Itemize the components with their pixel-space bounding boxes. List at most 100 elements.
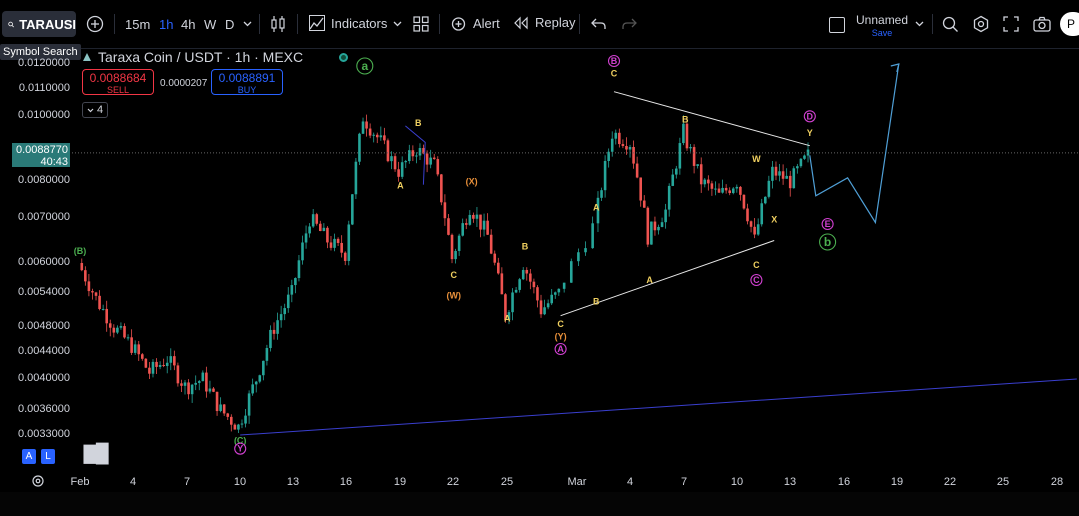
publish-button[interactable]: P	[1060, 12, 1079, 36]
wave-label[interactable]: X	[771, 215, 777, 225]
wave-label[interactable]: C	[753, 275, 760, 285]
templates-grid-icon[interactable]	[413, 16, 429, 32]
candle-body	[781, 171, 785, 179]
candle-body	[151, 361, 155, 374]
wave-label[interactable]: B	[522, 242, 529, 252]
candle-body	[653, 221, 657, 231]
wave-label[interactable]: a	[361, 59, 368, 73]
trendline[interactable]	[613, 91, 810, 147]
layout-name-button[interactable]: Unnamed Save	[856, 14, 908, 40]
wave-label[interactable]: B	[682, 115, 689, 125]
candle-body	[326, 227, 329, 243]
wave-label[interactable]: A	[557, 344, 564, 354]
price-tick-label: 0.0033000	[18, 428, 70, 440]
candle-body	[319, 223, 322, 231]
candle-body	[529, 273, 532, 282]
candle-body	[500, 273, 504, 295]
rewind-icon	[514, 16, 528, 29]
interval-4h[interactable]: 4h	[181, 17, 195, 32]
timezone-settings-icon[interactable]	[31, 474, 45, 488]
candle-body	[194, 382, 197, 385]
symbol-search-button[interactable]: TARAUSI	[2, 11, 76, 37]
redo-icon[interactable]	[621, 17, 637, 31]
candlestick-icon[interactable]	[270, 15, 286, 33]
top-toolbar: TARAUSI 15m 1h 4h W D Indicators Alert R…	[0, 0, 1079, 49]
candle-body	[272, 329, 276, 334]
interval-w[interactable]: W	[204, 17, 216, 32]
price-chart[interactable]: aBA (X)C(W)BAC(Y)AABBCBAWXCCDYEb(B)(C)Y	[0, 48, 1079, 470]
wave-label[interactable]: D	[807, 111, 814, 121]
chevron-down-icon[interactable]	[243, 21, 252, 27]
wave-label[interactable]: Y	[237, 444, 243, 454]
undo-icon[interactable]	[591, 17, 607, 31]
time-tick-label: 22	[943, 476, 957, 488]
settings-gear-icon[interactable]	[972, 15, 990, 33]
candle-body	[569, 261, 573, 283]
wave-label[interactable]: (X)	[466, 177, 478, 187]
candle-body	[237, 424, 240, 430]
wave-label[interactable]: Y	[807, 128, 813, 138]
camera-icon[interactable]	[1033, 16, 1051, 32]
candle-body	[714, 188, 717, 190]
price-tick-label: 0.0036000	[18, 403, 70, 415]
candle-body	[625, 145, 628, 150]
log-scale-button[interactable]: L	[41, 449, 55, 464]
chevron-down-icon[interactable]	[393, 21, 402, 27]
wave-label[interactable]: C	[753, 260, 760, 270]
candle-body	[425, 153, 429, 165]
candle-body	[692, 147, 696, 166]
price-tick-label: 0.0110000	[18, 82, 70, 94]
projection-path[interactable]	[809, 63, 900, 225]
wave-label[interactable]: C	[611, 69, 618, 79]
candle-body	[682, 123, 685, 144]
candle-body	[205, 372, 208, 392]
wave-label[interactable]: B	[593, 296, 600, 306]
wave-label[interactable]: (W)	[447, 291, 462, 301]
time-tick-label: 19	[890, 476, 904, 488]
wave-label[interactable]: E	[825, 219, 831, 229]
candle-body	[731, 188, 735, 194]
interval-d[interactable]: D	[225, 17, 234, 32]
wave-label[interactable]: (Y)	[555, 332, 567, 342]
price-tick-label: 0.0060000	[18, 256, 70, 268]
candle-body	[190, 384, 194, 395]
chevron-down-icon[interactable]	[915, 21, 924, 27]
wave-label[interactable]: C	[451, 270, 458, 280]
replay-button[interactable]: Replay	[513, 15, 575, 30]
auto-scale-button[interactable]: A	[22, 449, 36, 464]
candle-body	[87, 281, 91, 292]
quick-search-icon[interactable]	[941, 15, 959, 33]
candle-body	[591, 223, 594, 249]
price-tick-label: 0.0070000	[18, 211, 70, 223]
wave-label[interactable]: C	[557, 319, 564, 329]
trendline[interactable]	[240, 378, 1077, 436]
wave-label[interactable]: W	[752, 154, 761, 164]
candle-body	[222, 404, 226, 414]
log-scale-label: L	[45, 451, 51, 462]
wave-label[interactable]: A	[504, 313, 511, 323]
wave-label[interactable]: (B)	[74, 246, 87, 256]
candle-body	[724, 187, 728, 191]
alert-button[interactable]: Alert	[450, 15, 500, 32]
interval-1h[interactable]: 1h	[159, 17, 173, 32]
candle-body	[799, 158, 803, 167]
candle-body	[429, 157, 432, 165]
wave-label[interactable]: A	[646, 275, 653, 285]
wave-label[interactable]: B	[415, 118, 422, 128]
interval-15m[interactable]: 15m	[125, 17, 150, 32]
candle-body	[671, 174, 675, 186]
wave-label[interactable]: A	[397, 180, 404, 190]
candle-body	[461, 223, 464, 236]
candle-body	[265, 348, 269, 361]
time-tick-label: 28	[1050, 476, 1064, 488]
wave-label[interactable]: B	[611, 56, 618, 66]
candle-body	[329, 242, 333, 248]
layout-checkbox[interactable]	[829, 17, 845, 33]
candle-body	[479, 214, 482, 230]
indicators-button[interactable]: Indicators	[309, 15, 387, 31]
compare-button[interactable]	[86, 15, 104, 33]
fullscreen-icon[interactable]	[1003, 16, 1019, 32]
indicators-label: Indicators	[331, 15, 388, 31]
wave-label[interactable]: A	[593, 203, 600, 213]
wave-label[interactable]: b	[824, 235, 831, 249]
